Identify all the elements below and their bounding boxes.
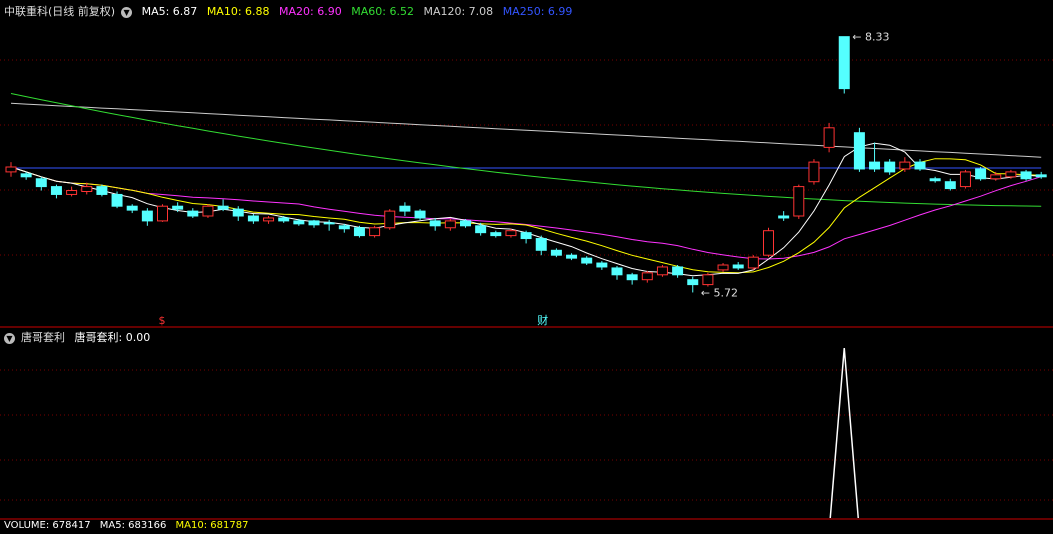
candle-body — [808, 161, 820, 183]
candle-body — [823, 127, 835, 148]
ma60-label: MA60: 6.52 — [351, 5, 414, 18]
candle-body — [838, 36, 850, 90]
candle-body — [929, 178, 941, 182]
candle-body — [626, 274, 638, 281]
candle-body — [293, 220, 305, 225]
stock-title[interactable]: 中联重科(日线 前复权) — [4, 5, 115, 18]
candle-body — [1005, 171, 1017, 178]
candle-body — [747, 256, 759, 269]
candle-body — [520, 232, 532, 240]
low-price-label: ← 5.72 — [701, 286, 738, 299]
candle-body — [247, 215, 259, 222]
candle-body — [96, 186, 108, 195]
candle-body — [81, 186, 93, 193]
volume-header: VOLUME: 678417 MA5: 683166 MA10: 681787 — [4, 518, 254, 534]
candle-body — [384, 210, 396, 229]
main-chart-header: 中联重科(日线 前复权) ▼ MA5: 6.87 MA10: 6.88 MA20:… — [4, 4, 578, 20]
candle-body — [959, 171, 971, 188]
candle-body — [126, 205, 138, 211]
candle-body — [1020, 171, 1032, 180]
high-price-label: ← 8.33 — [852, 31, 889, 44]
candle-body — [732, 264, 744, 269]
candle-body — [490, 232, 502, 237]
candle-body — [399, 205, 411, 212]
candle-body — [717, 264, 729, 271]
candle-body — [338, 225, 350, 230]
indicator-header: ▼ 唐哥套利 唐哥套利: 0.00 — [4, 330, 156, 346]
settings-circle-icon[interactable]: ▼ — [121, 6, 133, 18]
candle-body — [50, 186, 62, 195]
candle-body — [899, 161, 911, 170]
candle-body — [278, 217, 290, 222]
candle-body — [884, 161, 896, 173]
candle-body — [20, 173, 32, 178]
indicator-spike-line — [829, 347, 859, 519]
candle-body — [763, 230, 774, 256]
candle-body — [687, 279, 699, 286]
ma250-label: MA250: 6.99 — [502, 5, 573, 18]
candle-body — [187, 210, 199, 217]
candle-body — [672, 266, 684, 276]
candle-body — [308, 220, 320, 226]
candle-body — [66, 190, 78, 195]
candle-body — [369, 227, 381, 237]
event-marker: 财 — [537, 313, 548, 327]
candle-body — [535, 238, 547, 251]
candle-body — [157, 205, 168, 222]
candle-body — [702, 274, 714, 286]
candle-body — [566, 254, 578, 259]
ma60-line — [10, 93, 1042, 207]
candle-body — [232, 208, 244, 217]
indicator-name[interactable]: 唐哥套利 — [21, 331, 65, 344]
candle-body — [323, 222, 335, 225]
event-marker: $ — [159, 314, 166, 327]
settings-circle-icon[interactable]: ▼ — [4, 332, 15, 344]
candle-body — [581, 257, 593, 264]
ma20-label: MA20: 6.90 — [279, 5, 342, 18]
candle-body — [429, 220, 441, 227]
candle-body — [656, 266, 668, 276]
ma120-label: MA120: 7.08 — [423, 5, 494, 18]
candle-body — [263, 217, 275, 222]
candle-body — [414, 210, 426, 219]
candle-body — [475, 225, 487, 234]
candle-body — [596, 262, 608, 268]
indicator-value: 唐哥套利: 0.00 — [74, 331, 151, 344]
candle-body — [944, 181, 956, 190]
candle-body — [641, 272, 653, 281]
candle-body — [1035, 174, 1047, 178]
ma5-label: MA5: 6.87 — [141, 5, 198, 18]
ma120-line — [10, 102, 1042, 158]
candle-body — [505, 230, 517, 237]
candle-body — [217, 205, 229, 210]
candle-body — [778, 215, 790, 219]
candle-body — [869, 161, 881, 170]
candle-body — [793, 186, 805, 217]
candle-body — [611, 267, 623, 276]
candle-body — [460, 220, 471, 227]
candle-body — [353, 227, 365, 237]
candle-body — [202, 205, 214, 217]
stock-chart[interactable]: ← 8.33 ← 5.72 $ 财 — [0, 0, 1053, 526]
candle-body — [975, 168, 987, 180]
candle-body — [853, 132, 865, 170]
candle-body — [141, 210, 153, 222]
candle-body — [990, 174, 1002, 180]
candle-body — [550, 249, 562, 256]
candle-body — [172, 205, 184, 210]
candle-body — [111, 193, 123, 207]
candle-body — [444, 220, 456, 229]
candle-body — [5, 166, 17, 173]
candle-body — [914, 161, 926, 170]
candle-body — [35, 178, 47, 188]
ma10-label: MA10: 6.88 — [206, 5, 270, 18]
